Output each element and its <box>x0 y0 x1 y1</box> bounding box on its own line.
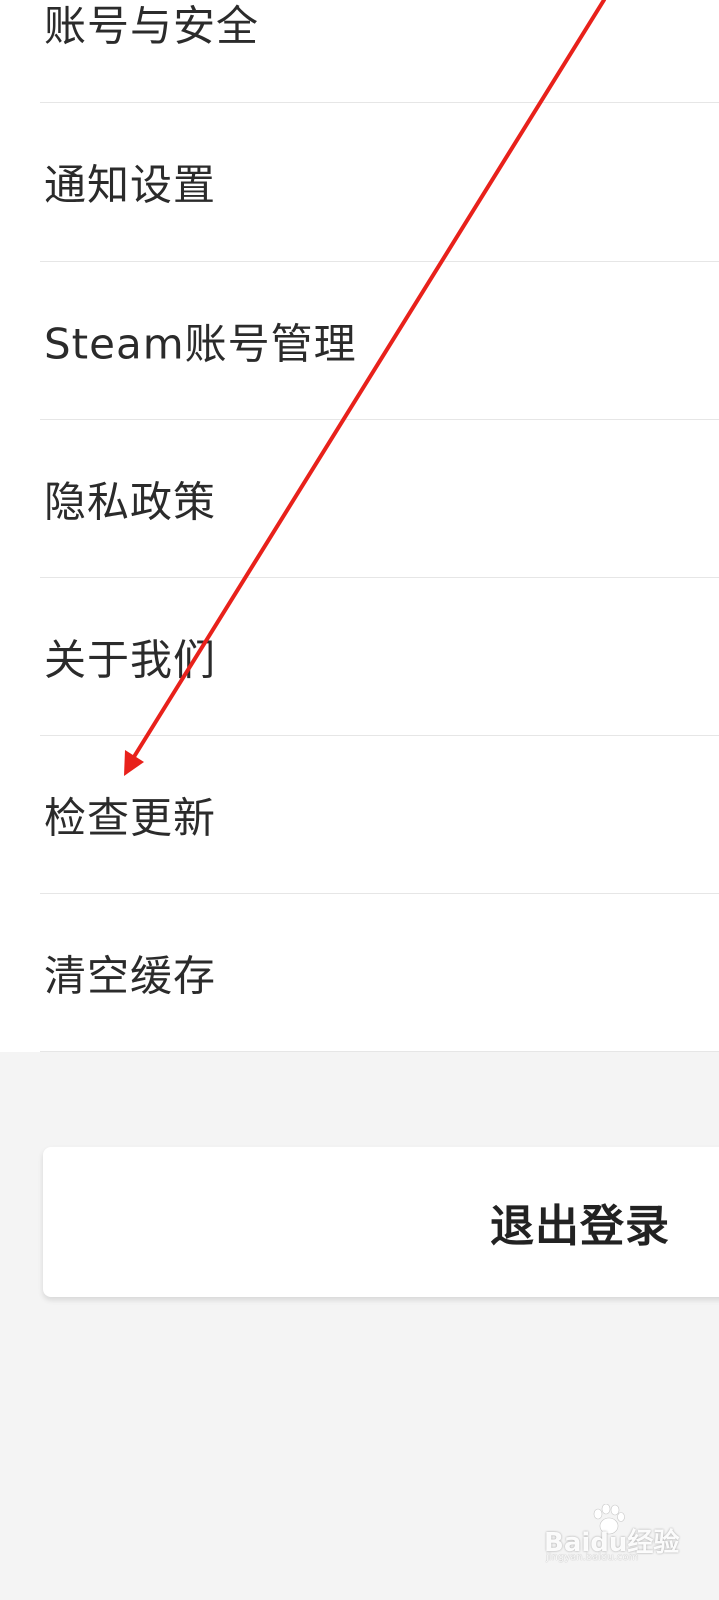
settings-item-check-update[interactable]: 检查更新 <box>0 736 719 893</box>
settings-item-account-security[interactable]: 账号与安全 <box>0 0 719 101</box>
settings-item-privacy-policy[interactable]: 隐私政策 <box>0 420 719 577</box>
baidu-watermark: Baidu经验 jingyan.baidu.com <box>542 1504 692 1568</box>
watermark-subtext: jingyan.baidu.com <box>546 1552 639 1563</box>
settings-item-clear-cache[interactable]: 清空缓存 <box>0 894 719 1051</box>
logout-button-label: 退出登录 <box>490 1201 670 1252</box>
settings-item-label: Steam账号管理 <box>44 319 357 368</box>
divider <box>40 1051 719 1052</box>
settings-item-notification[interactable]: 通知设置 <box>0 103 719 260</box>
logout-button[interactable]: 退出登录 <box>43 1147 719 1297</box>
settings-item-steam-account[interactable]: Steam账号管理 <box>0 262 719 419</box>
settings-item-about-us[interactable]: 关于我们 <box>0 578 719 735</box>
settings-item-label: 隐私政策 <box>44 477 217 526</box>
settings-item-label: 通知设置 <box>44 160 217 209</box>
settings-item-label: 检查更新 <box>44 793 217 842</box>
settings-list: 账号与安全 通知设置 Steam账号管理 隐私政策 关于我们 检查更新 清空缓存 <box>0 0 719 1052</box>
settings-item-label: 清空缓存 <box>44 951 217 1000</box>
settings-item-label: 关于我们 <box>44 635 217 684</box>
settings-item-label: 账号与安全 <box>44 1 260 50</box>
